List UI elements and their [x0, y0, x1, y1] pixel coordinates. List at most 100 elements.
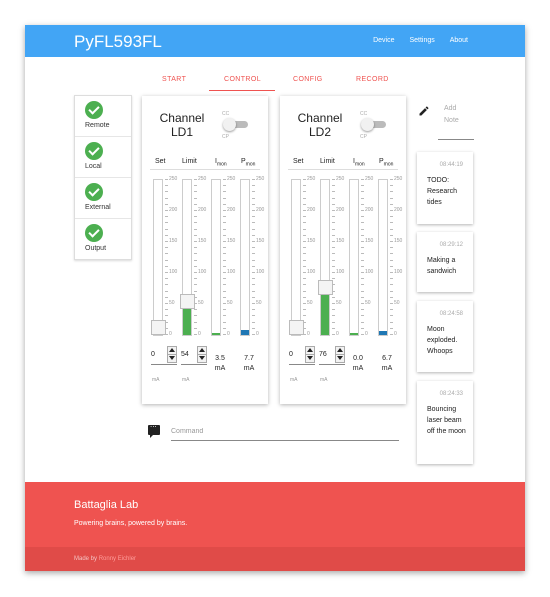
tick-mark: [194, 278, 197, 279]
tick-label: 50: [198, 300, 204, 306]
tick-label: 200: [365, 207, 374, 213]
mode-cp-label: CP: [222, 134, 229, 140]
limit-thumb[interactable]: [180, 294, 195, 309]
scale-ticks: 250 200 150 100 50 0: [361, 176, 373, 337]
note-card[interactable]: 08:24:33 Bouncing laser beam off the moo…: [417, 381, 473, 464]
tick-mark: [361, 328, 364, 329]
set-thumb[interactable]: [151, 320, 166, 335]
tick-label: 100: [256, 269, 265, 275]
tick-mark: [390, 303, 393, 304]
limit-slider[interactable]: [318, 179, 333, 336]
tick-label: 250: [169, 176, 178, 182]
brand-title[interactable]: PyFL593FL: [74, 32, 162, 52]
set-thumb[interactable]: [289, 320, 304, 335]
stepper-down-icon[interactable]: [305, 354, 315, 363]
nav-link-settings[interactable]: Settings: [409, 37, 434, 44]
pmon-unit: mA: [381, 365, 393, 372]
mode-cp-label: CP: [360, 134, 367, 140]
tick-label: 200: [336, 207, 345, 213]
tick-mark: [390, 241, 393, 242]
author-link[interactable]: Ronny Eichler: [99, 556, 136, 562]
nav-link-device[interactable]: Device: [373, 37, 394, 44]
tick-mark: [223, 278, 226, 279]
tab-start[interactable]: START: [162, 76, 186, 83]
tick-mark: [303, 191, 306, 192]
pencil-icon[interactable]: [418, 105, 430, 117]
check-circle-icon: [85, 101, 103, 119]
note-card[interactable]: 08:24:58 Moon exploded. Whoops: [417, 301, 473, 372]
note-time: 08:24:58: [439, 311, 463, 317]
tick-label: 0: [365, 331, 368, 337]
add-note-input[interactable]: Add Note: [444, 103, 459, 127]
tick-mark: [194, 260, 197, 261]
tick-label: 250: [198, 176, 207, 182]
tick-mark: [361, 235, 364, 236]
pmon-slider: [378, 179, 388, 336]
tick-mark: [390, 210, 393, 211]
pmon-readout: 6.7 mA: [379, 354, 395, 374]
tab-control[interactable]: CONTROL: [224, 76, 261, 83]
limit-stepper[interactable]: 54: [181, 346, 207, 365]
stepper-down-icon[interactable]: [335, 354, 345, 363]
tick-mark: [332, 235, 335, 236]
tick-mark: [303, 229, 306, 230]
set-stepper[interactable]: 0: [289, 346, 315, 365]
tick-mark: [252, 216, 255, 217]
tick-mark: [390, 253, 393, 254]
tick-mark: [165, 235, 168, 236]
tab-config[interactable]: CONFIG: [293, 76, 323, 83]
set-stepper[interactable]: 0: [151, 346, 177, 365]
tick-mark: [361, 297, 364, 298]
header-pmon: Pmon: [379, 158, 393, 167]
tick-mark: [194, 272, 197, 273]
tick-label: 0: [227, 331, 230, 337]
tick-mark: [332, 309, 335, 310]
channel-title: Channel LD1: [152, 111, 212, 139]
tick-mark: [303, 322, 306, 323]
tick-mark: [194, 204, 197, 205]
imon-slider: [211, 179, 221, 336]
tick-mark: [252, 253, 255, 254]
tick-label: 50: [365, 300, 371, 306]
tick-mark: [194, 334, 197, 335]
limit-slider[interactable]: [180, 179, 195, 336]
tick-mark: [252, 266, 255, 267]
tick-mark: [252, 235, 255, 236]
stepper-down-icon[interactable]: [197, 354, 207, 363]
note-card[interactable]: 08:29:12 Making a sandwich: [417, 232, 473, 292]
tick-mark: [332, 253, 335, 254]
note-card[interactable]: 08:44:19 TODO: Research tides: [417, 152, 473, 224]
tick-mark: [390, 198, 393, 199]
header-imon-sub: mon: [354, 161, 365, 168]
nav-links: Device Settings About: [360, 37, 468, 44]
tick-label: 50: [169, 300, 175, 306]
stepper-down-icon[interactable]: [167, 354, 177, 363]
limit-stepper[interactable]: 76: [319, 346, 345, 365]
set-slider[interactable]: [289, 179, 304, 336]
mode-toggle-switch[interactable]: [223, 118, 248, 131]
tick-label: 50: [336, 300, 342, 306]
set-unit: mA: [290, 377, 298, 383]
tick-mark: [332, 315, 335, 316]
tick-mark: [303, 328, 306, 329]
set-slider[interactable]: [151, 179, 166, 336]
limit-thumb[interactable]: [318, 280, 333, 295]
tick-mark: [223, 260, 226, 261]
mode-toggle-switch[interactable]: [361, 118, 386, 131]
scale-ticks: 250 200 150 100 50 0: [303, 176, 315, 337]
tick-mark: [332, 266, 335, 267]
limit-value: 76: [319, 351, 327, 358]
active-tab-indicator: [209, 90, 275, 91]
imon-readout: 3.5 mA: [212, 354, 228, 374]
made-by-label: Made by: [74, 556, 98, 562]
tick-mark: [223, 253, 226, 254]
tick-mark: [332, 303, 335, 304]
tab-record[interactable]: RECORD: [356, 76, 389, 83]
tick-mark: [252, 185, 255, 186]
nav-link-about[interactable]: About: [450, 37, 468, 44]
tick-mark: [390, 185, 393, 186]
channel-title-line1: Channel: [297, 111, 343, 125]
toggle-knob: [223, 118, 236, 131]
command-input[interactable]: [171, 423, 399, 441]
tick-mark: [390, 204, 393, 205]
